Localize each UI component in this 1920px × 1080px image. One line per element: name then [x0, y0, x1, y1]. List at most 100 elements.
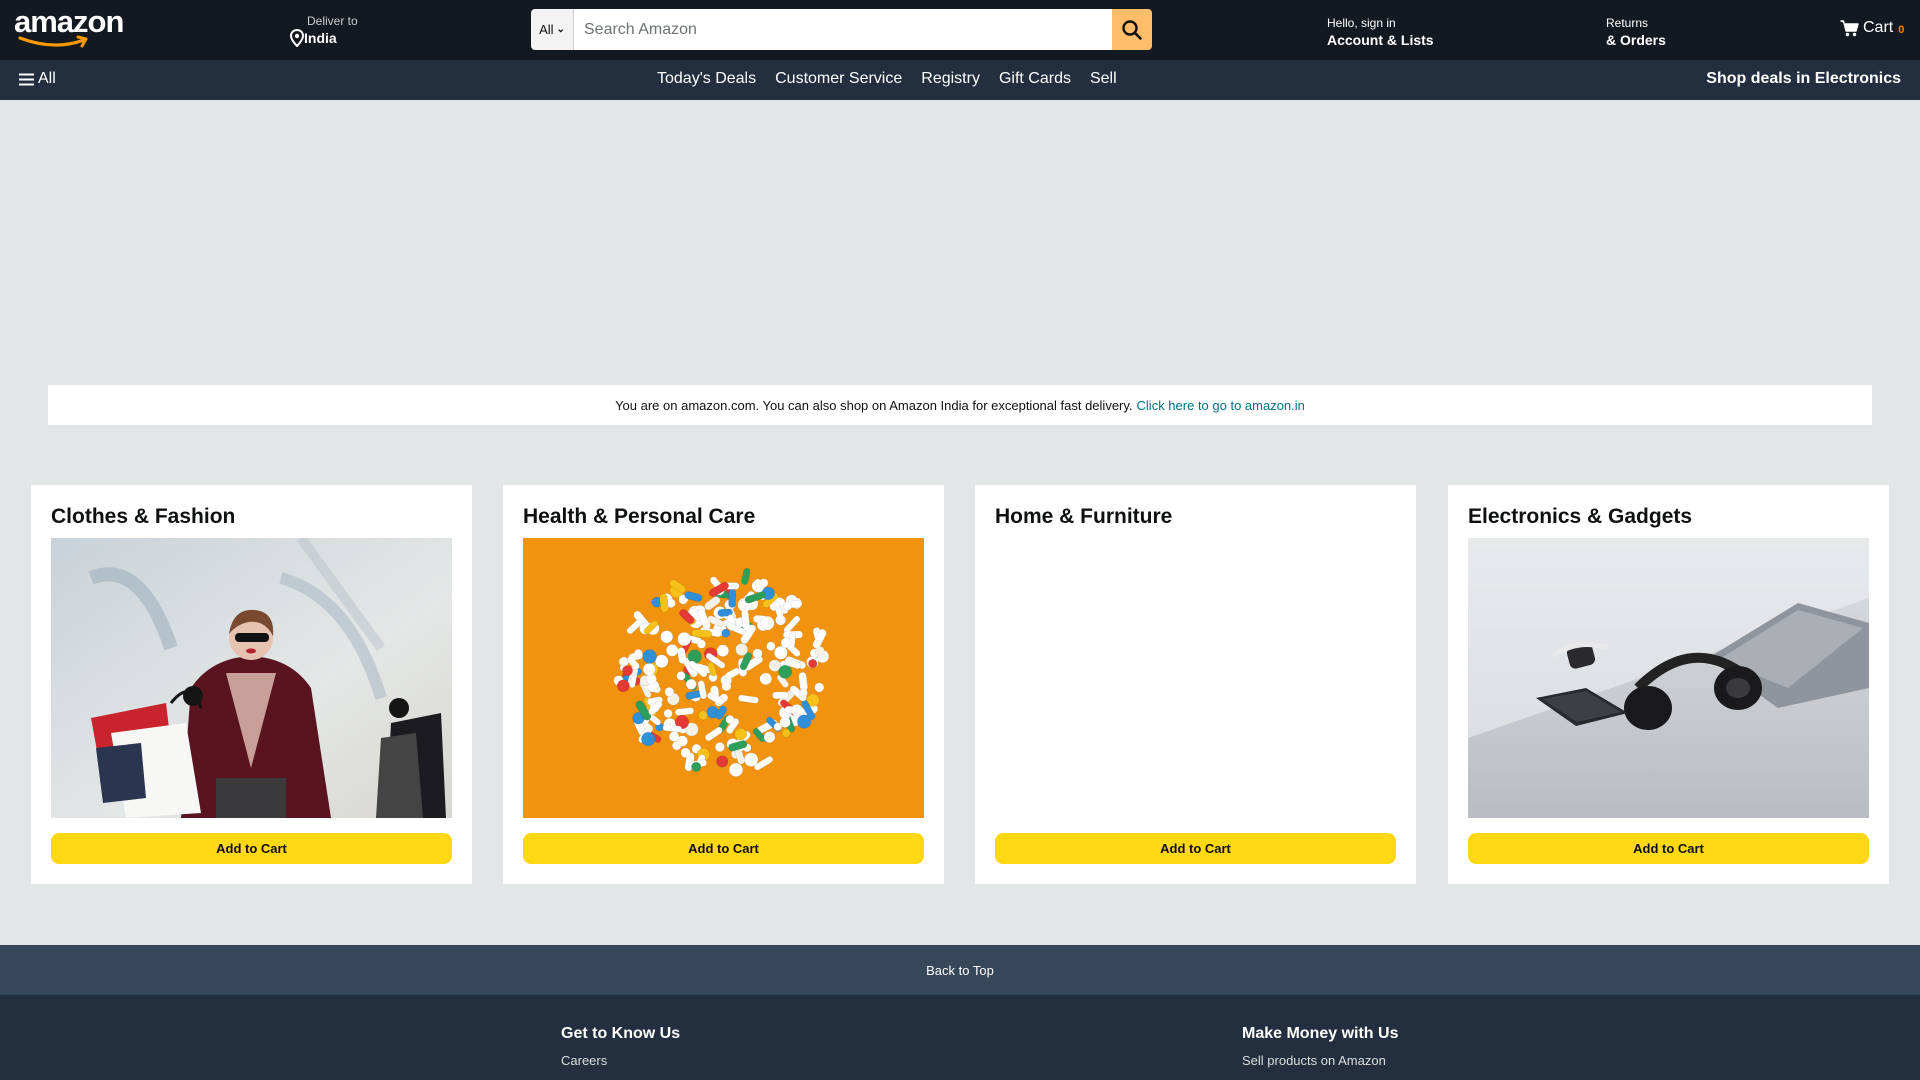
pill-shape	[642, 662, 656, 676]
region-redirect-link[interactable]: Click here to go to amazon.in	[1137, 398, 1305, 413]
gadgets-photo-illustration	[1468, 538, 1869, 818]
region-notice-banner: You are on amazon.com. You can also shop…	[48, 385, 1872, 425]
logo-text: amazon	[14, 4, 124, 39]
pill-shape	[766, 641, 776, 651]
pill-shape	[691, 761, 702, 772]
pill-shape	[668, 731, 680, 742]
nav-link-gift-cards[interactable]: Gift Cards	[999, 70, 1071, 88]
pill-shape	[763, 731, 776, 743]
pill-shape	[743, 752, 759, 767]
pill-shape	[716, 644, 730, 657]
card-title: Electronics & Gadgets	[1468, 505, 1693, 528]
category-card-clothes: Clothes & Fashion Add to Cart	[31, 485, 472, 884]
pill-shape	[685, 678, 697, 690]
pill-shape	[808, 658, 818, 669]
pill-shape	[660, 630, 674, 644]
search-bar: All ⌄	[531, 9, 1152, 50]
pill-shape	[617, 679, 630, 693]
top-header: amazon Deliver to India All ⌄ Search Ama…	[0, 0, 1920, 60]
nav-promo-link[interactable]: Shop deals in Electronics	[1706, 70, 1901, 88]
pill-shape	[677, 632, 692, 647]
pill-shape	[778, 664, 793, 679]
deliver-to[interactable]: Deliver to India	[290, 14, 358, 47]
chevron-down-icon: ⌄	[556, 24, 565, 35]
returns-and-orders[interactable]: Returns & Orders	[1606, 16, 1666, 48]
nav-bar: All Today's Deals Customer Service Regis…	[0, 60, 1920, 100]
pill-shape	[659, 593, 669, 613]
pill-shape	[698, 710, 708, 721]
pill-shape	[814, 682, 825, 693]
pill-shape	[735, 643, 749, 656]
logo-smile-icon	[18, 35, 88, 48]
account-greeting: Hello, sign in	[1327, 16, 1396, 30]
pill-shape	[728, 588, 736, 608]
footer-link-careers[interactable]: Careers	[561, 1053, 680, 1068]
nav-link-sell[interactable]: Sell	[1090, 70, 1117, 88]
back-to-top-button[interactable]: Back to Top	[0, 945, 1920, 995]
pill-shape	[798, 688, 808, 698]
pill-shape	[781, 728, 791, 738]
add-to-cart-button[interactable]: Add to Cart	[51, 833, 452, 864]
search-button[interactable]	[1112, 9, 1152, 50]
pill-shape	[760, 615, 775, 631]
cart-button[interactable]: Cart 0	[1840, 19, 1904, 37]
footer-link-sell-products[interactable]: Sell products on Amazon	[1242, 1053, 1398, 1068]
fashion-photo-illustration	[51, 538, 452, 818]
deliver-to-country: India	[304, 30, 337, 46]
pill-shape	[716, 755, 729, 768]
pill-shape	[691, 629, 713, 638]
pill-shape	[664, 686, 675, 697]
account-label: Account & Lists	[1327, 32, 1434, 48]
pill-shape	[772, 691, 790, 699]
pill-shape	[622, 665, 633, 677]
account-and-lists[interactable]: Hello, sign in Account & Lists	[1327, 16, 1434, 48]
pill-shape	[714, 742, 725, 753]
nav-links: Today's Deals Customer Service Registry …	[657, 70, 1117, 88]
pill-shape	[680, 747, 691, 759]
footer-column-get-to-know-us: Get to Know Us Careers	[561, 1025, 680, 1068]
pill-shape	[721, 681, 732, 692]
nav-all-menu-button[interactable]: All	[19, 70, 56, 88]
pill-shape	[641, 732, 656, 747]
add-to-cart-button[interactable]: Add to Cart	[1468, 833, 1869, 864]
nav-link-todays-deals[interactable]: Today's Deals	[657, 70, 756, 88]
search-category-value: All	[539, 22, 554, 37]
cart-icon	[1840, 19, 1859, 36]
card-image-electronics[interactable]	[1468, 538, 1869, 818]
location-pin-icon	[290, 29, 304, 47]
pill-shape	[784, 705, 805, 715]
add-to-cart-button[interactable]: Add to Cart	[523, 833, 924, 864]
pill-shape	[783, 601, 793, 611]
pill-shape	[780, 637, 792, 649]
card-image-fashion[interactable]	[51, 538, 452, 818]
footer-column-title: Make Money with Us	[1242, 1025, 1399, 1042]
cart-count-badge: 0	[1898, 23, 1905, 36]
nav-link-customer-service[interactable]: Customer Service	[775, 70, 902, 88]
pill-shape	[734, 728, 748, 741]
hamburger-menu-icon	[19, 73, 34, 85]
pill-shape	[663, 708, 673, 719]
cart-label: Cart	[1863, 19, 1894, 36]
pill-shape	[654, 654, 669, 668]
category-card-electronics: Electronics & Gadgets Add to Cart	[1448, 485, 1889, 884]
amazon-logo[interactable]: amazon	[14, 4, 124, 48]
pill-shape	[759, 672, 773, 686]
search-category-select[interactable]: All ⌄	[531, 9, 574, 50]
nav-link-registry[interactable]: Registry	[921, 70, 980, 88]
region-notice-text: You are on amazon.com. You can also shop…	[615, 397, 1133, 413]
card-image-home[interactable]	[995, 538, 1396, 818]
add-to-cart-button[interactable]: Add to Cart	[995, 833, 1396, 864]
pill-shape	[666, 644, 679, 657]
pill-shape	[676, 671, 686, 681]
deliver-to-label: Deliver to	[307, 14, 358, 28]
footer-column-title: Get to Know Us	[561, 1025, 681, 1042]
pill-shape	[721, 628, 731, 638]
pill-shape	[633, 649, 643, 659]
pill-shape	[728, 762, 744, 777]
pill-shape	[697, 639, 707, 649]
back-to-top-label: Back to Top	[926, 962, 994, 978]
card-image-health[interactable]	[523, 538, 924, 818]
search-input[interactable]	[574, 9, 1112, 50]
category-card-home: Home & Furniture Add to Cart	[975, 485, 1416, 884]
footer: Get to Know Us Careers Make Money with U…	[0, 995, 1920, 1080]
